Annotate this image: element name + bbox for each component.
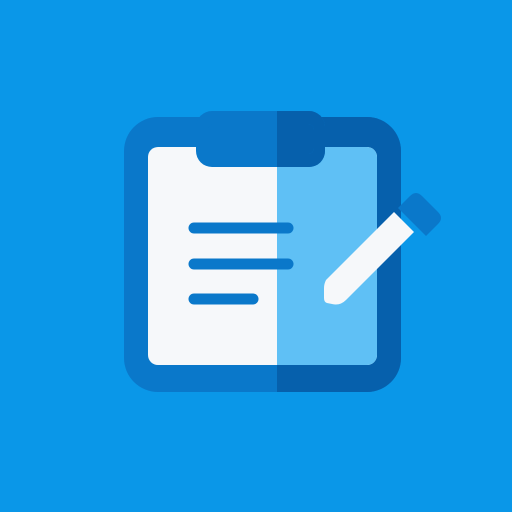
clipboard-edit-icon [0, 0, 512, 512]
